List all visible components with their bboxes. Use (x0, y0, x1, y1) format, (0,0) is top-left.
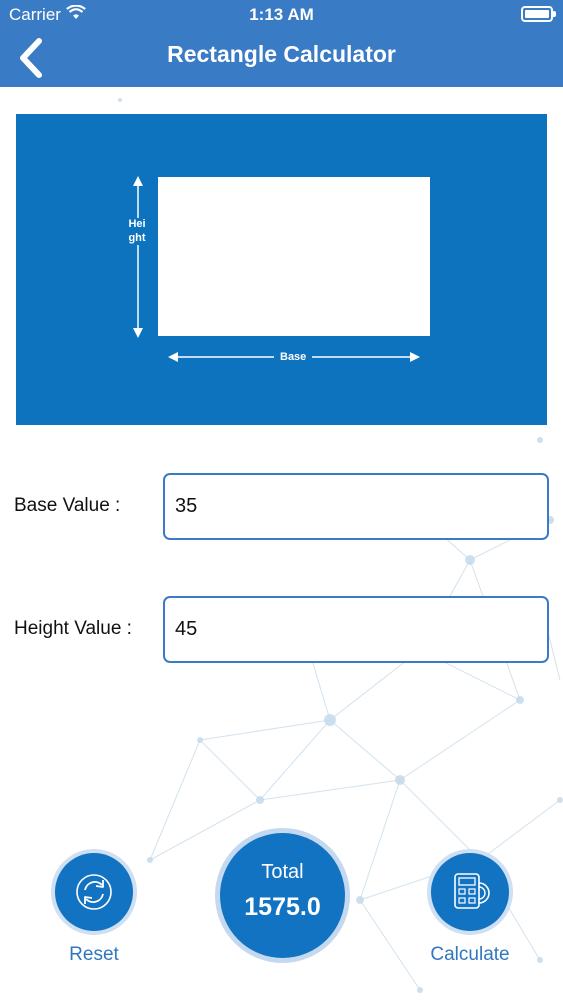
rectangle-diagram: Height Base (16, 114, 547, 425)
calculate-label[interactable]: Calculate (414, 944, 526, 966)
base-value-label: Base Value : (14, 495, 121, 516)
base-dimension-label: Base (274, 351, 313, 363)
battery-icon (521, 6, 556, 22)
calculator-icon (454, 873, 490, 909)
page-title: Rectangle Calculator (167, 41, 396, 67)
app-header: Carrier 1:13 AM Rectangle Calculator (0, 0, 563, 87)
calculate-button[interactable] (431, 853, 509, 931)
dimension-arrows (133, 176, 420, 362)
reset-button[interactable] (55, 853, 133, 931)
refresh-icon (76, 874, 112, 910)
reset-label[interactable]: Reset (44, 944, 144, 966)
status-time: 1:13 AM (249, 5, 314, 24)
total-result-badge: Total 1575.0 (220, 833, 345, 958)
base-value-input[interactable] (163, 473, 549, 540)
status-bar: Carrier 1:13 AM (0, 0, 563, 30)
height-dimension-label: Height (128, 218, 146, 245)
total-value: 1575.0 (244, 893, 321, 921)
height-value-label: Height Value : (14, 618, 132, 639)
total-label: Total (261, 861, 304, 883)
height-value-input[interactable] (163, 596, 549, 663)
